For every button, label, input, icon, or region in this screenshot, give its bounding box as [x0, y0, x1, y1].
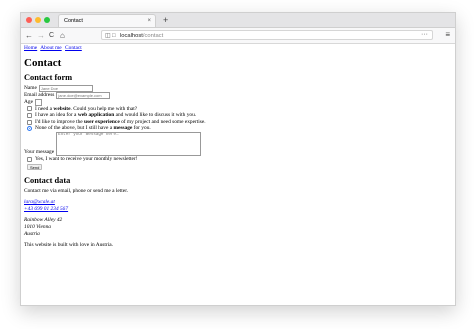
option-webapp: I have an idea for a web application and… — [24, 112, 452, 119]
address-bar[interactable]: ◫ □ localhost/contact ··· — [101, 30, 433, 40]
email-link[interactable]: lara@xcale.at — [24, 199, 55, 205]
address-city: 1010 Vienna — [24, 223, 51, 230]
option-message: None of the above, but I still have a me… — [24, 125, 452, 132]
option-text: I have an idea for a — [35, 112, 78, 119]
nav-link-home[interactable]: Home — [24, 45, 37, 51]
contact-intro: Contact me via email, phone or send me a… — [24, 187, 129, 194]
newsletter-label: Yes, I want to receive your monthly news… — [35, 155, 138, 162]
option-checkbox[interactable] — [27, 112, 32, 118]
footer-text: This website is built with love in Austr… — [24, 242, 113, 249]
option-text: and would like to discuss it with you. — [114, 112, 197, 119]
message-textarea[interactable] — [56, 131, 202, 156]
name-label: Name — [24, 84, 37, 91]
email-row: Email address — [24, 91, 452, 99]
shield-icon[interactable]: ◫ — [105, 31, 111, 41]
tab-title: Contact — [64, 18, 83, 24]
address-country: Austria — [24, 230, 40, 237]
browser-window: Contact × + ← → C ⌂ ◫ □ localhost/contac… — [20, 12, 456, 306]
toolbar: ← → C ⌂ ◫ □ localhost/contact ··· ≡ — [21, 28, 455, 44]
tab-close-icon[interactable]: × — [147, 15, 151, 28]
url-host: localhost — [120, 33, 143, 39]
option-radio-selected[interactable] — [27, 126, 32, 132]
option-label: I have an idea for a web application and… — [35, 112, 196, 119]
page-icon: □ — [112, 33, 116, 39]
option-bold: user experience — [84, 118, 120, 125]
option-text: I'd like to improve the — [35, 118, 85, 125]
option-text: of my project and need some expertise. — [119, 118, 206, 125]
url-text: localhost/contact — [120, 31, 163, 41]
menu-icon[interactable]: ≡ — [445, 30, 450, 39]
reload-button[interactable]: C — [49, 30, 54, 41]
new-tab-button[interactable]: + — [163, 13, 168, 27]
forward-button[interactable]: → — [37, 30, 45, 41]
url-path: /contact — [142, 33, 164, 39]
nav-link-contact[interactable]: Contact — [65, 45, 82, 51]
name-row: Name — [24, 84, 452, 92]
phone-link[interactable]: +43 699 01 234 567 — [24, 206, 68, 212]
age-row: Age — [24, 98, 452, 106]
contact-links: lara@xcale.at +43 699 01 234 567 — [24, 199, 452, 212]
postal-address: Rainbow Alley 42 1010 Vienna Austria — [24, 217, 452, 237]
message-label: Your message — [24, 149, 55, 156]
contact-form-heading: Contact form — [24, 72, 73, 82]
option-text: for you. — [132, 125, 151, 132]
page-title: Contact — [24, 56, 62, 69]
email-label: Email address — [24, 91, 55, 98]
name-input[interactable] — [38, 84, 93, 92]
option-label: None of the above, but I still have a me… — [35, 125, 151, 132]
window-controls — [26, 17, 50, 23]
option-bold: web application — [77, 112, 115, 119]
tab-contact[interactable]: Contact × — [58, 14, 156, 27]
option-bold: message — [113, 125, 133, 132]
address-street: Rainbow Alley 42 — [24, 217, 63, 224]
contact-data-heading: Contact data — [24, 175, 71, 185]
zoom-window-button[interactable] — [44, 17, 50, 23]
age-label: Age — [24, 98, 33, 105]
email-input[interactable] — [56, 91, 111, 99]
minimize-window-button[interactable] — [35, 17, 41, 23]
option-text: None of the above, but I still have a — [35, 125, 114, 132]
site-nav: Home About me Contact — [24, 45, 452, 52]
close-window-button[interactable] — [26, 17, 32, 23]
send-button[interactable]: Send — [27, 163, 43, 170]
newsletter-row: Yes, I want to receive your monthly news… — [24, 156, 452, 163]
home-button[interactable]: ⌂ — [60, 30, 65, 41]
nav-link-about[interactable]: About me — [40, 45, 61, 51]
page-actions-icon[interactable]: ··· — [421, 30, 428, 40]
age-checkbox[interactable] — [34, 98, 42, 106]
send-row: Send — [24, 163, 452, 170]
tab-bar: Contact × + — [21, 13, 455, 28]
newsletter-checkbox[interactable] — [27, 156, 32, 162]
option-text: I need a — [35, 105, 54, 112]
back-button[interactable]: ← — [25, 30, 33, 41]
option-bold: website — [53, 105, 71, 112]
option-text: . Could you help me with that? — [70, 105, 138, 112]
option-checkbox[interactable] — [27, 106, 32, 112]
option-checkbox[interactable] — [27, 119, 32, 125]
page-content: Home About me Contact Contact Contact fo… — [21, 44, 455, 253]
message-row: Your message — [24, 131, 452, 156]
